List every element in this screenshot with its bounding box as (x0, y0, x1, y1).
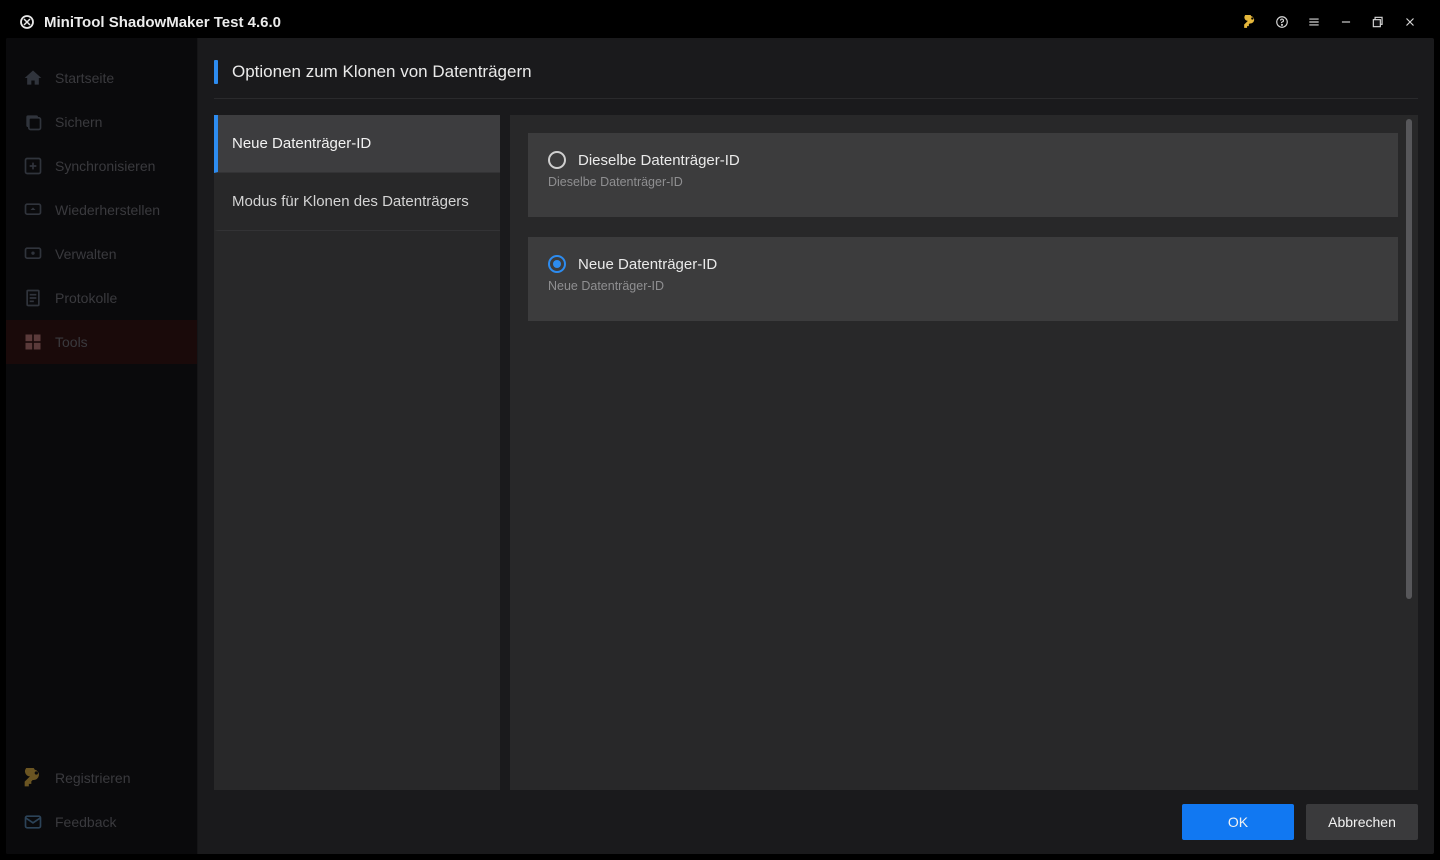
sidebar-item-label: Feedback (55, 814, 116, 830)
manage-icon (23, 244, 43, 264)
options-panel: Dieselbe Datenträger-ID Dieselbe Datentr… (510, 115, 1418, 790)
option-title: Neue Datenträger-ID (578, 256, 717, 273)
titlebar-menu-icon[interactable] (1298, 8, 1330, 36)
subtab-label: Modus für Klonen des Datenträgers (232, 193, 469, 210)
mail-icon (23, 812, 43, 832)
key-icon (23, 768, 43, 788)
app-title: MiniTool ShadowMaker Test 4.6.0 (44, 14, 281, 31)
content-area: Optionen zum Klonen von Datenträgern Neu… (198, 38, 1434, 854)
sidebar-item-label: Startseite (55, 70, 114, 86)
page-header: Optionen zum Klonen von Datenträgern (214, 60, 1418, 99)
option-subtitle: Dieselbe Datenträger-ID (548, 175, 1378, 189)
sidebar-item-label: Verwalten (55, 246, 116, 262)
tools-icon (23, 332, 43, 352)
option-title: Dieselbe Datenträger-ID (578, 152, 740, 169)
backup-icon (23, 112, 43, 132)
sidebar-item-label: Tools (55, 334, 88, 350)
app-logo-icon (18, 13, 36, 31)
sidebar-item-label: Synchronisieren (55, 158, 155, 174)
subtab-klon-modus[interactable]: Modus für Klonen des Datenträgers (214, 173, 500, 231)
restore-icon (23, 200, 43, 220)
titlebar-maximize-icon[interactable] (1362, 8, 1394, 36)
sidebar-item-label: Protokolle (55, 290, 117, 306)
scrollbar[interactable] (1404, 119, 1414, 786)
titlebar-help-icon[interactable] (1266, 8, 1298, 36)
cancel-button[interactable]: Abbrechen (1306, 804, 1418, 840)
sidebar-item-label: Sichern (55, 114, 102, 130)
subtab-label: Neue Datenträger-ID (232, 135, 371, 152)
subtab-neue-datentraeger-id[interactable]: Neue Datenträger-ID (214, 115, 500, 173)
titlebar-key-icon[interactable] (1234, 8, 1266, 36)
accent-bar (214, 60, 218, 84)
ok-button[interactable]: OK (1182, 804, 1294, 840)
sidebar-item-label: Registrieren (55, 770, 130, 786)
sidebar-item-feedback[interactable]: Feedback (6, 800, 197, 844)
option-subnav: Neue Datenträger-ID Modus für Klonen des… (214, 115, 500, 790)
page-title: Optionen zum Klonen von Datenträgern (232, 62, 532, 82)
sync-icon (23, 156, 43, 176)
sidebar-item-label: Wiederherstellen (55, 202, 160, 218)
titlebar-close-icon[interactable] (1394, 8, 1426, 36)
dialog-footer: OK Abbrechen (214, 790, 1418, 840)
sidebar-item-registrieren[interactable]: Registrieren (6, 756, 197, 800)
sidebar-item-wiederherstellen[interactable]: Wiederherstellen (6, 188, 197, 232)
scrollbar-thumb[interactable] (1406, 119, 1412, 599)
home-icon (23, 68, 43, 88)
titlebar-minimize-icon[interactable] (1330, 8, 1362, 36)
radio-same-id[interactable] (548, 151, 566, 169)
option-card-new-id[interactable]: Neue Datenträger-ID Neue Datenträger-ID (528, 237, 1398, 321)
sidebar-item-verwalten[interactable]: Verwalten (6, 232, 197, 276)
sidebar-item-protokolle[interactable]: Protokolle (6, 276, 197, 320)
log-icon (23, 288, 43, 308)
sidebar-item-sichern[interactable]: Sichern (6, 100, 197, 144)
sidebar-item-tools[interactable]: Tools (6, 320, 197, 364)
sidebar-item-synchronisieren[interactable]: Synchronisieren (6, 144, 197, 188)
option-subtitle: Neue Datenträger-ID (548, 279, 1378, 293)
sidebar-item-startseite[interactable]: Startseite (6, 56, 197, 100)
titlebar: MiniTool ShadowMaker Test 4.6.0 (6, 6, 1434, 38)
radio-new-id[interactable] (548, 255, 566, 273)
option-card-same-id[interactable]: Dieselbe Datenträger-ID Dieselbe Datentr… (528, 133, 1398, 217)
sidebar: Startseite Sichern Synchronisieren Wiede… (6, 38, 198, 854)
